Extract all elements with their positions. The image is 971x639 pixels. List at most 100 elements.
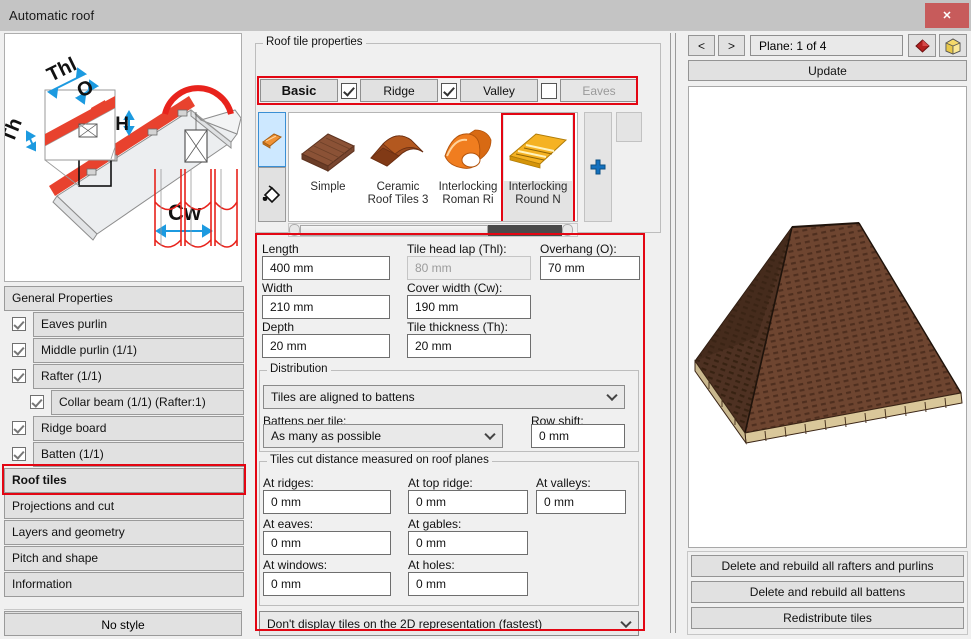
previous-plane-button[interactable]: < bbox=[688, 35, 715, 56]
collar-beam-checkbox[interactable] bbox=[30, 395, 44, 409]
ridge-board-checkbox[interactable] bbox=[12, 421, 26, 435]
gallery-item-label: Ceramic Roof Tiles 3 bbox=[364, 181, 432, 207]
gallery-item-label: Interlocking Roman Ri bbox=[434, 181, 502, 207]
at-top-ridge-input[interactable]: 0 mm bbox=[408, 490, 528, 514]
eaves-purlin-checkbox[interactable] bbox=[12, 317, 26, 331]
row-shift-input[interactable]: 0 mm bbox=[531, 424, 625, 448]
at-valleys-input[interactable]: 0 mm bbox=[536, 490, 626, 514]
gallery-item-ceramic-roof-tiles-3[interactable]: Ceramic Roof Tiles 3 bbox=[363, 115, 433, 221]
material-gem-button[interactable] bbox=[908, 34, 936, 57]
window-title: Automatic roof bbox=[0, 8, 94, 23]
tree-item-label[interactable]: Layers and geometry bbox=[4, 520, 244, 545]
tile-alignment-select[interactable]: Tiles are aligned to battens bbox=[263, 385, 625, 409]
tree-item-middle-purlin[interactable]: Middle purlin (1/1) bbox=[4, 337, 244, 363]
width-input[interactable]: 210 mm bbox=[262, 295, 390, 319]
at-eaves-input[interactable]: 0 mm bbox=[263, 531, 391, 555]
gallery-horizontal-scrollbar[interactable] bbox=[288, 223, 578, 237]
battens-per-tile-select[interactable]: As many as possible bbox=[263, 424, 503, 448]
plane-indicator: Plane: 1 of 4 bbox=[750, 35, 903, 56]
panel-splitter[interactable] bbox=[670, 33, 678, 633]
tree-item-batten[interactable]: Batten (1/1) bbox=[4, 441, 244, 467]
gallery-item-interlocking-roman-rib[interactable]: Interlocking Roman Ri bbox=[433, 115, 503, 221]
tree-item-label[interactable]: Information bbox=[4, 572, 244, 597]
depth-input[interactable]: 20 mm bbox=[262, 334, 390, 358]
distribution-group-title: Distribution bbox=[267, 363, 331, 375]
at-windows-input[interactable]: 0 mm bbox=[263, 572, 391, 596]
scroll-left-cap[interactable] bbox=[289, 224, 300, 236]
tree-item-label[interactable]: Roof tiles bbox=[4, 468, 244, 493]
tree-item-roof-tiles[interactable]: Roof tiles bbox=[4, 467, 244, 493]
tree-item-layers-and-geometry[interactable]: Layers and geometry bbox=[4, 519, 244, 545]
gallery-item-simple[interactable]: Simple bbox=[293, 115, 363, 221]
tile-type-tabs: Basic Ridge Valley Eaves bbox=[260, 79, 638, 102]
at-ridges-input[interactable]: 0 mm bbox=[263, 490, 391, 514]
close-icon[interactable]: ✕ bbox=[925, 3, 969, 28]
tile-gallery[interactable]: Simple Ceramic Roof Tiles 3 bbox=[288, 112, 578, 222]
rebuild-rafters-purlins-button[interactable]: Delete and rebuild all rafters and purli… bbox=[691, 555, 964, 577]
tile-thickness-input[interactable]: 20 mm bbox=[407, 334, 531, 358]
group-title: Roof tile properties bbox=[263, 36, 366, 48]
left-panel: Thl O Th H Cw bbox=[4, 33, 244, 635]
tile-diagram-preview: Thl O Th H Cw bbox=[4, 33, 242, 282]
at-holes-input[interactable]: 0 mm bbox=[408, 572, 528, 596]
length-input[interactable]: 400 mm bbox=[262, 256, 390, 280]
tile-head-lap-label: Tile head lap (Thl): bbox=[407, 242, 507, 256]
tree-item-label[interactable]: Collar beam (1/1) (Rafter:1) bbox=[51, 390, 244, 415]
tree-item-label[interactable]: Rafter (1/1) bbox=[33, 364, 244, 389]
roof-3d-preview[interactable] bbox=[688, 86, 967, 548]
tree-item-label[interactable]: General Properties bbox=[4, 286, 244, 311]
tree-item-rafter[interactable]: Rafter (1/1) bbox=[4, 363, 244, 389]
rebuild-battens-button[interactable]: Delete and rebuild all battens bbox=[691, 581, 964, 603]
scroll-track[interactable] bbox=[488, 225, 562, 236]
add-tile-button[interactable] bbox=[584, 112, 612, 222]
tile-head-lap-input[interactable]: 80 mm bbox=[407, 256, 531, 280]
tab-eaves[interactable]: Eaves bbox=[560, 79, 638, 102]
at-holes-label: At holes: bbox=[408, 558, 455, 572]
tree-item-label[interactable]: Eaves purlin bbox=[33, 312, 244, 337]
ridge-checkbox[interactable] bbox=[341, 83, 357, 99]
plus-icon bbox=[589, 158, 607, 176]
scroll-thumb[interactable] bbox=[300, 225, 488, 236]
valley-checkbox[interactable] bbox=[441, 83, 457, 99]
tree-item-label[interactable]: Projections and cut bbox=[4, 494, 244, 519]
eaves-checkbox[interactable] bbox=[541, 83, 557, 99]
view-3d-button[interactable] bbox=[939, 34, 967, 57]
tab-basic[interactable]: Basic bbox=[260, 79, 338, 102]
at-gables-input[interactable]: 0 mm bbox=[408, 531, 528, 555]
tree-item-projections-and-cut[interactable]: Projections and cut bbox=[4, 493, 244, 519]
paint-bucket-tool-button[interactable] bbox=[258, 167, 286, 222]
no-style-button[interactable]: No style bbox=[4, 613, 242, 636]
splitter-line-right bbox=[675, 33, 676, 633]
batten-checkbox[interactable] bbox=[12, 447, 26, 461]
next-plane-button[interactable]: > bbox=[718, 35, 745, 56]
tree-item-pitch-and-shape[interactable]: Pitch and shape bbox=[4, 545, 244, 571]
tree-item-information[interactable]: Information bbox=[4, 571, 244, 597]
cover-width-input[interactable]: 190 mm bbox=[407, 295, 531, 319]
tree-item-general-properties[interactable]: General Properties bbox=[4, 285, 244, 311]
representation-select[interactable]: Don't display tiles on the 2D representa… bbox=[259, 611, 639, 636]
tree-item-ridge-board[interactable]: Ridge board bbox=[4, 415, 244, 441]
tab-ridge[interactable]: Ridge bbox=[360, 79, 438, 102]
title-bar: Automatic roof ✕ bbox=[0, 0, 971, 31]
tab-valley[interactable]: Valley bbox=[460, 79, 538, 102]
battens-per-tile-value: As many as possible bbox=[271, 429, 381, 443]
svg-text:H: H bbox=[115, 114, 129, 135]
tree-item-label[interactable]: Batten (1/1) bbox=[33, 442, 244, 467]
tree-item-collar-beam[interactable]: Collar beam (1/1) (Rafter:1) bbox=[4, 389, 244, 415]
update-button[interactable]: Update bbox=[688, 60, 967, 81]
properties-tree: General Properties Eaves purlin Middle p… bbox=[4, 285, 244, 597]
cover-width-label: Cover width (Cw): bbox=[407, 281, 502, 295]
simple-tile-icon bbox=[293, 115, 363, 181]
gallery-item-interlocking-round-n[interactable]: Interlocking Round N bbox=[503, 115, 573, 221]
tree-item-label[interactable]: Middle purlin (1/1) bbox=[33, 338, 244, 363]
tree-item-eaves-purlin[interactable]: Eaves purlin bbox=[4, 311, 244, 337]
scroll-right-cap[interactable] bbox=[562, 224, 573, 236]
overhang-input[interactable]: 70 mm bbox=[540, 256, 640, 280]
tile-tool-button[interactable] bbox=[258, 112, 286, 167]
tree-item-label[interactable]: Ridge board bbox=[33, 416, 244, 441]
tree-item-label[interactable]: Pitch and shape bbox=[4, 546, 244, 571]
middle-purlin-checkbox[interactable] bbox=[12, 343, 26, 357]
redistribute-tiles-button[interactable]: Redistribute tiles bbox=[691, 607, 964, 629]
rafter-checkbox[interactable] bbox=[12, 369, 26, 383]
gallery-item-label: Interlocking Round N bbox=[504, 181, 572, 207]
